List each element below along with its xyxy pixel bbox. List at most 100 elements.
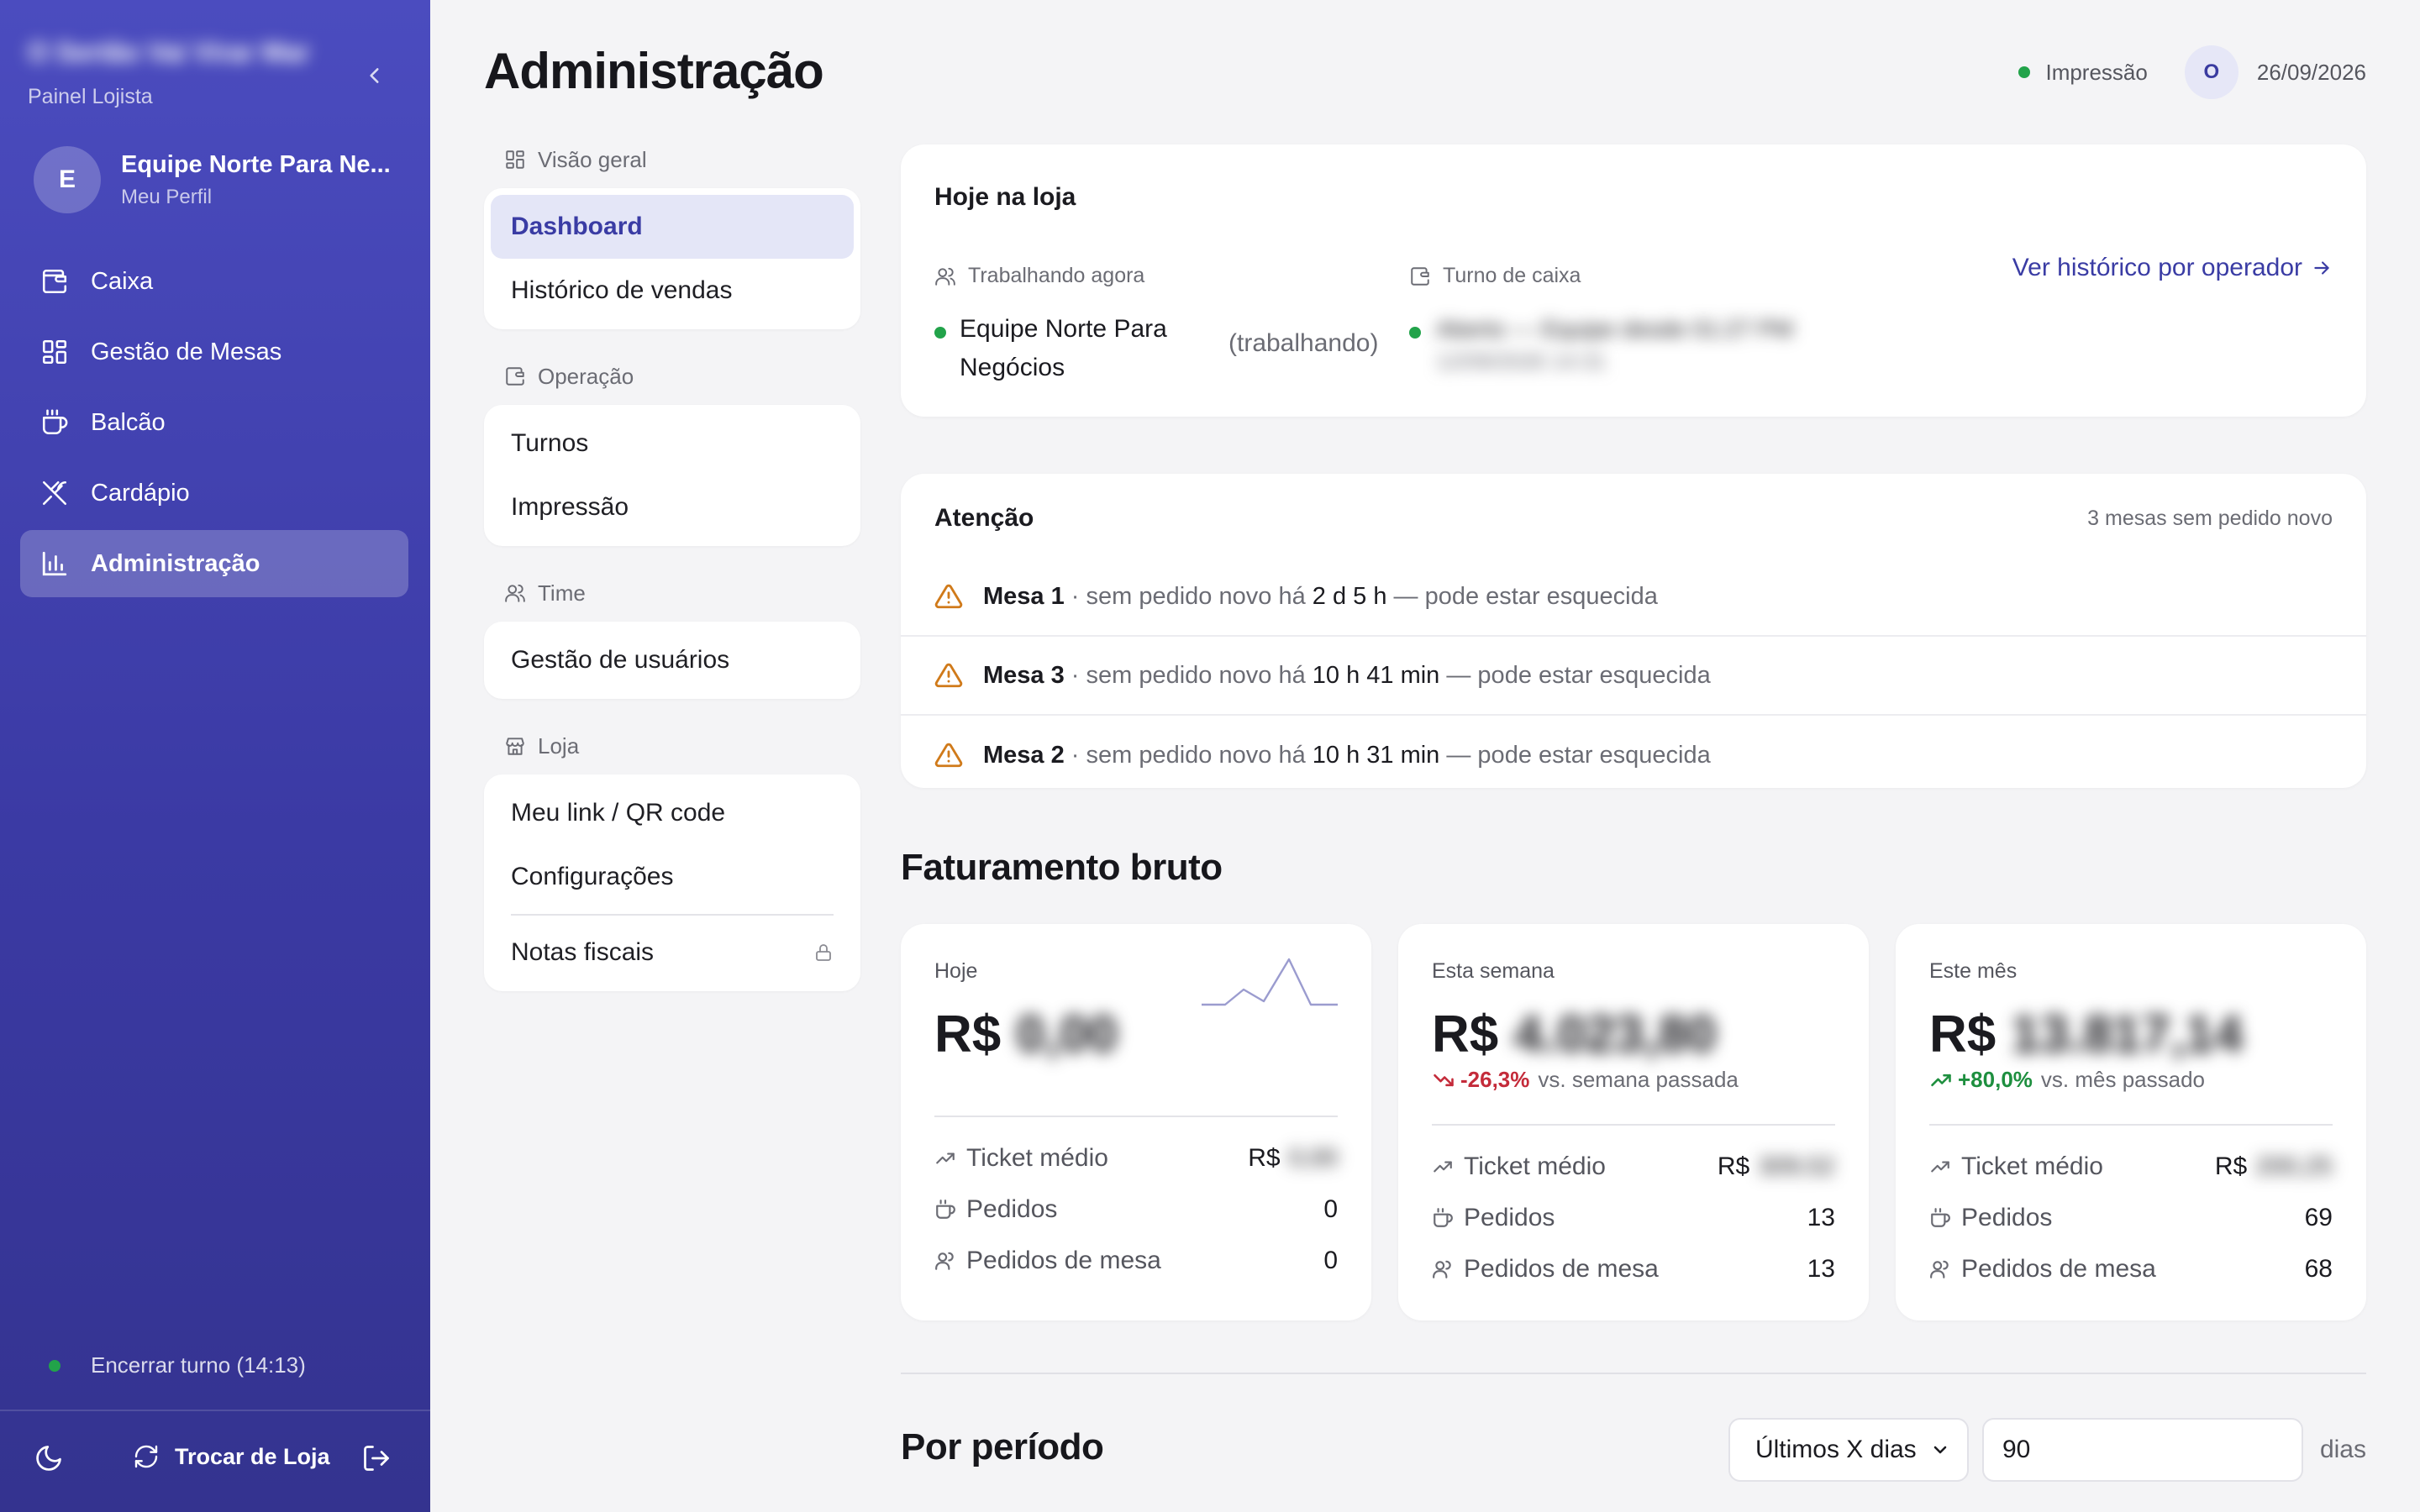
stat-table-orders: Pedidos de mesa 0: [934, 1235, 1338, 1286]
delta-text: vs. semana passada: [1538, 1067, 1739, 1092]
utensils-icon: [42, 480, 67, 506]
brand: O Sertão Vai Virar Mar Painel Lojista: [28, 37, 364, 109]
trending-up-icon: [1931, 1074, 1951, 1086]
stat-label: Ticket médio: [1464, 1152, 1606, 1180]
coffee-cup-icon: [936, 1199, 955, 1219]
subnav-item-turnos[interactable]: Turnos: [491, 412, 854, 475]
logout-button[interactable]: [361, 1443, 392, 1478]
stat-label: Pedidos de mesa: [966, 1246, 1161, 1274]
profile-name: Equipe Norte Para Ne...: [121, 150, 391, 178]
cash-shift-status: Aberto — Equipe desde 01:27 PM 12/09/202…: [1409, 310, 1793, 375]
subnav-item-label: Notas fiscais: [511, 938, 655, 966]
stat-value: 13: [1807, 1254, 1835, 1283]
stat-ticket: Ticket médio R$ 0,00: [934, 1132, 1338, 1184]
alert-prefix: · sem pedido novo há: [1071, 661, 1306, 689]
revenue-amount: R$ 0,00: [934, 1005, 1118, 1064]
subnav-item-notas-fiscais[interactable]: Notas fiscais: [491, 921, 854, 984]
today-card: Hoje na loja Trabalhando agora Equipe No…: [901, 144, 2366, 417]
sidebar-footer: Trocar de Loja: [0, 1411, 430, 1512]
warning-icon: [934, 584, 963, 609]
subnav-item-historico-de-vendas[interactable]: Histórico de vendas: [491, 259, 854, 323]
cash-shift-label: Turno de caixa: [1409, 264, 1793, 288]
attention-count: 3 mesas sem pedido novo: [2087, 506, 2333, 530]
currency: R$: [2214, 1152, 2248, 1180]
user-avatar[interactable]: O: [2184, 45, 2238, 99]
warning-icon: [934, 743, 963, 768]
divider: [1432, 1124, 1835, 1126]
period-select-value: Últimos X dias: [1754, 1436, 1917, 1463]
alert-table: Mesa 2: [983, 741, 1065, 769]
working-employee: Equipe Norte Para Negócios (trabalhando): [934, 310, 1378, 387]
theme-toggle-button[interactable]: [34, 1443, 64, 1478]
working-now-label: Trabalhando agora: [934, 264, 1378, 288]
subnav-item-gestao-de-usuarios[interactable]: Gestão de usuários: [491, 628, 854, 692]
chevron-down-icon: [1933, 1446, 1947, 1454]
sidebar-nav: Caixa Gestão de Mesas Balcão Cardápio Ad…: [20, 248, 408, 601]
alert-row[interactable]: Mesa 3 · sem pedido novo há 10 h 41 min …: [901, 637, 2366, 716]
operator-history-link[interactable]: Ver histórico por operador: [2012, 254, 2333, 282]
subnav-section-time: Time: [504, 576, 860, 610]
sidebar-item-caixa[interactable]: Caixa: [20, 248, 408, 315]
status-dot: [934, 327, 946, 339]
sidebar-item-balcao[interactable]: Balcão: [20, 389, 408, 456]
stat-value: 309,52: [1758, 1152, 1835, 1180]
amount-value: 13.817,14: [2011, 1005, 2244, 1063]
stat-orders: Pedidos 13: [1432, 1192, 1835, 1243]
brand-subtitle: Painel Lojista: [28, 85, 153, 108]
users-icon: [935, 1252, 954, 1270]
sparkline-chart: [1202, 958, 1338, 1006]
subnav-item-configuracoes[interactable]: Configurações: [491, 845, 854, 909]
trending-up-icon: [936, 1152, 955, 1163]
sidebar-item-cardapio[interactable]: Cardápio: [20, 459, 408, 527]
admin-subnav: Visão geral Dashboard Histórico de venda…: [484, 143, 860, 1021]
end-shift-button[interactable]: Encerrar turno (14:13): [49, 1352, 306, 1378]
revenue-card-month: Este mês R$ 13.817,14 +80,0% vs. mês pas…: [1896, 924, 2366, 1320]
stat-value: 69: [2304, 1203, 2333, 1231]
sidebar-item-gestao-de-mesas[interactable]: Gestão de Mesas: [20, 318, 408, 386]
stat-label: Pedidos: [966, 1194, 1058, 1223]
printer-status-dot: [2018, 66, 2031, 78]
users-icon: [1930, 1260, 1949, 1278]
alert-time: 2 d 5 h: [1312, 582, 1387, 610]
stat-orders: Pedidos 0: [934, 1184, 1338, 1235]
subnav-item-dashboard[interactable]: Dashboard: [491, 195, 854, 259]
switch-store-button[interactable]: Trocar de Loja: [133, 1443, 330, 1470]
currency: R$: [1248, 1143, 1281, 1172]
subnav-item-meu-link-qr-code[interactable]: Meu link / QR code: [491, 781, 854, 845]
alert-row[interactable]: Mesa 2 · sem pedido novo há 10 h 31 min …: [901, 716, 2366, 788]
divider: [934, 1116, 1338, 1117]
stat-label: Pedidos de mesa: [1961, 1254, 2156, 1283]
trending-up-icon: [1434, 1161, 1452, 1172]
period-select[interactable]: Últimos X dias: [1728, 1418, 1969, 1482]
profile-link[interactable]: E Equipe Norte Para Ne... Meu Perfil: [34, 146, 398, 213]
collapse-sidebar-button[interactable]: [358, 59, 392, 92]
subnav-section-visao-geral: Visão geral: [504, 143, 860, 176]
currency: R$: [1929, 1005, 1996, 1063]
alert-time: 10 h 31 min: [1312, 741, 1440, 769]
chevron-left-icon: [370, 68, 379, 83]
header-status-bar: Impressão O 26/09/2026: [2018, 45, 2366, 99]
employee-name: Equipe Norte Para Negócios: [960, 315, 1167, 381]
trending-down-icon: [1434, 1074, 1454, 1086]
end-shift-label: Encerrar turno (14:13): [91, 1352, 306, 1378]
store-icon: [506, 738, 524, 755]
coffee-cup-icon: [1434, 1207, 1453, 1227]
stat-label: Pedidos: [1464, 1203, 1555, 1231]
subnav-item-impressao[interactable]: Impressão: [491, 475, 854, 539]
subnav-card: Dashboard Histórico de vendas: [484, 188, 860, 329]
section-title-period: Por período: [901, 1426, 1104, 1467]
grid-icon: [42, 339, 67, 365]
printer-status[interactable]: Impressão: [2045, 60, 2147, 86]
revenue-stats: Ticket médio R$ 0,00 Pedidos 0 Pedidos de…: [934, 1132, 1338, 1286]
revenue-amount: R$ 4.023,80: [1432, 1005, 1717, 1064]
alert-row[interactable]: Mesa 1 · sem pedido novo há 2 d 5 h — po…: [901, 558, 2366, 637]
wallet-icon: [1411, 266, 1429, 286]
meta-label-text: Trabalhando agora: [968, 264, 1145, 287]
operator-history-link-text: Ver histórico por operador: [2012, 254, 2302, 281]
warning-icon: [934, 663, 963, 688]
period-days-input[interactable]: [1981, 1418, 2303, 1482]
alert-table: Mesa 3: [983, 661, 1065, 689]
sidebar-item-administracao[interactable]: Administração: [20, 530, 408, 597]
divider: [1929, 1124, 2333, 1126]
delta-percent: +80,0%: [1958, 1067, 2033, 1092]
